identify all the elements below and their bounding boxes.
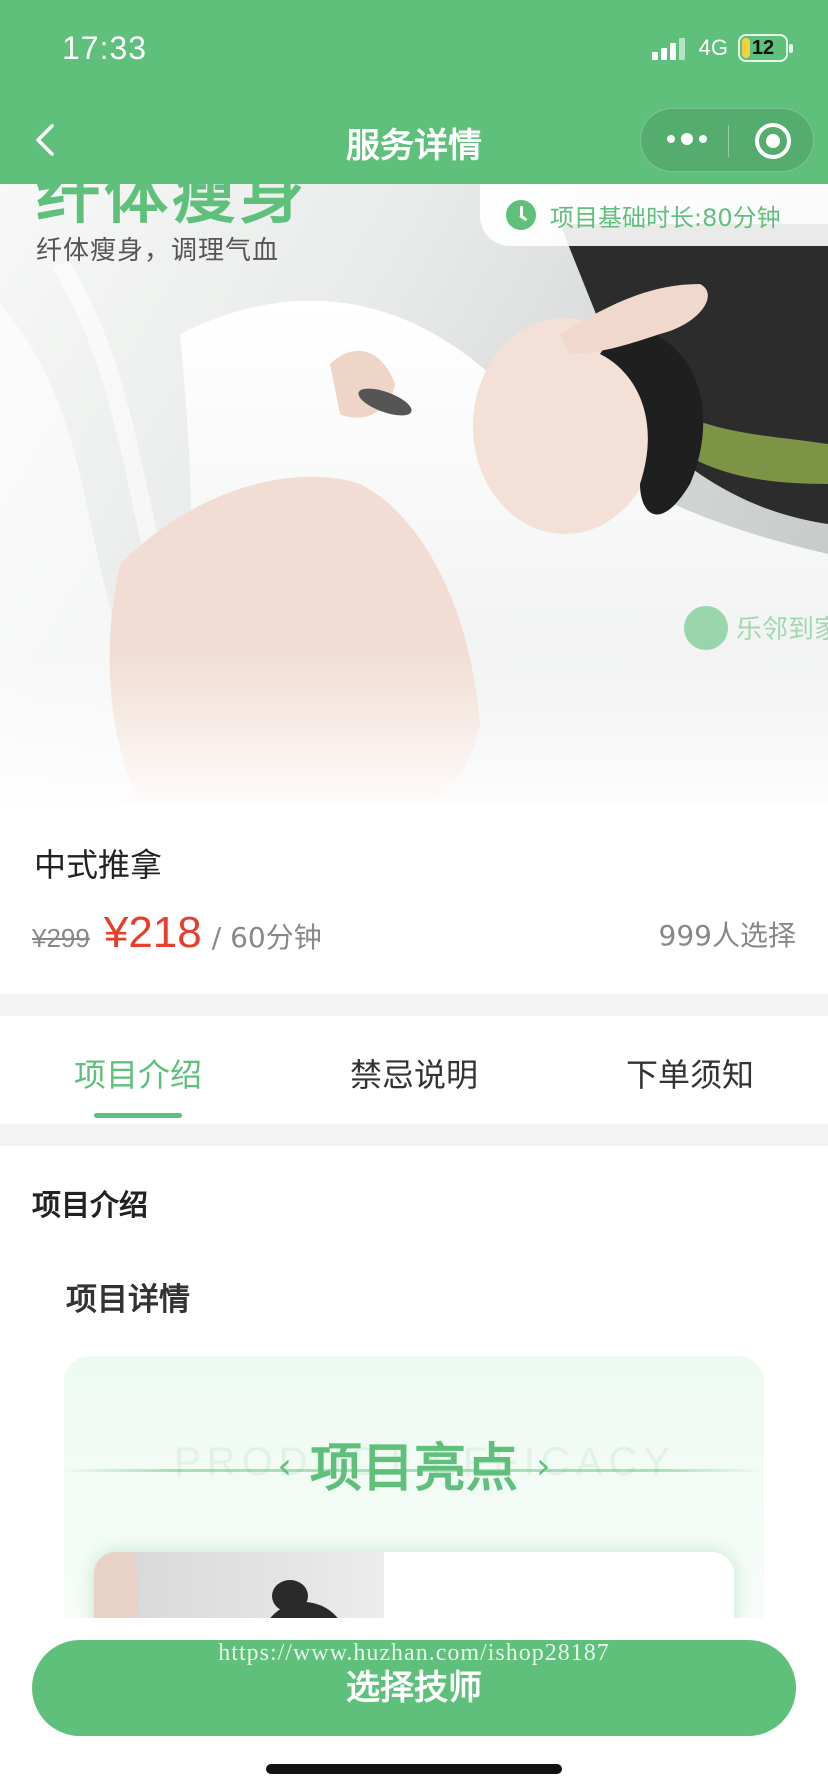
detail-content: 项目介绍 项目详情 PRODUCT EFFICACY ‹ 项目亮点 ›	[0, 1146, 828, 1646]
signal-icon	[651, 36, 685, 60]
price-row: ¥299 ¥218 / 60分钟	[32, 908, 322, 958]
poster-title-text: 项目亮点	[309, 1439, 518, 1499]
hero-banner: 乐邻到家 纤体瘦身 纤体瘦身，调理气血 项目基础时长:80分钟	[0, 184, 828, 804]
tab-label: 项目介绍	[73, 1056, 202, 1094]
section-title: 项目介绍	[32, 1188, 149, 1222]
mini-program-capsule	[640, 108, 814, 172]
active-tab-indicator	[94, 1113, 182, 1118]
sub-title: 项目详情	[66, 1282, 190, 1318]
status-time: 17:33	[62, 30, 148, 66]
bottom-bar: 选择技师 https://www.huzhan.com/ishop28187	[0, 1618, 828, 1792]
status-indicators: 4G 12	[651, 34, 793, 62]
more-menu-icon[interactable]	[667, 133, 707, 145]
tab-label: 禁忌说明	[349, 1056, 478, 1094]
hero-subtitle: 纤体瘦身，调理气血	[36, 236, 280, 266]
poster-title: ‹ 项目亮点 ›	[64, 1426, 764, 1501]
hero-title: 纤体瘦身	[36, 184, 308, 233]
capsule-divider	[728, 125, 729, 157]
detail-tabs: 项目介绍 禁忌说明 下单须知	[0, 1016, 828, 1124]
duration-text: 项目基础时长:80分钟	[550, 203, 781, 232]
highlights-poster: PRODUCT EFFICACY ‹ 项目亮点 ›	[64, 1356, 764, 1646]
price-unit: / 60分钟	[211, 921, 322, 954]
select-technician-button[interactable]: 选择技师	[32, 1640, 796, 1736]
choose-count: 999人选择	[658, 919, 796, 952]
tab-order-notice[interactable]: 下单须知	[552, 1016, 828, 1124]
home-indicator[interactable]	[266, 1764, 562, 1774]
chevron-left-icon: ‹	[277, 1446, 292, 1487]
tab-intro[interactable]: 项目介绍	[0, 1016, 276, 1124]
sale-price: ¥218	[103, 908, 202, 957]
hero-image: 乐邻到家	[0, 184, 828, 804]
top-bar: 17:33 4G 12 服务详情	[0, 0, 828, 184]
network-type: 4G	[698, 35, 728, 60]
product-name: 中式推拿	[34, 846, 163, 884]
chevron-right-icon: ›	[536, 1446, 551, 1487]
original-price: ¥299	[32, 923, 90, 953]
product-info: 中式推拿 ¥299 ¥218 / 60分钟 999人选择	[0, 804, 828, 994]
svg-text:乐邻到家: 乐邻到家	[736, 615, 828, 645]
clock-icon	[506, 200, 536, 230]
tab-contraindications[interactable]: 禁忌说明	[276, 1016, 552, 1124]
close-miniprogram-icon[interactable]	[755, 123, 791, 159]
battery-icon: 12	[738, 34, 793, 62]
tab-label: 下单须知	[625, 1056, 754, 1094]
battery-level: 12	[751, 36, 775, 59]
duration-badge: 项目基础时长:80分钟	[480, 184, 828, 246]
